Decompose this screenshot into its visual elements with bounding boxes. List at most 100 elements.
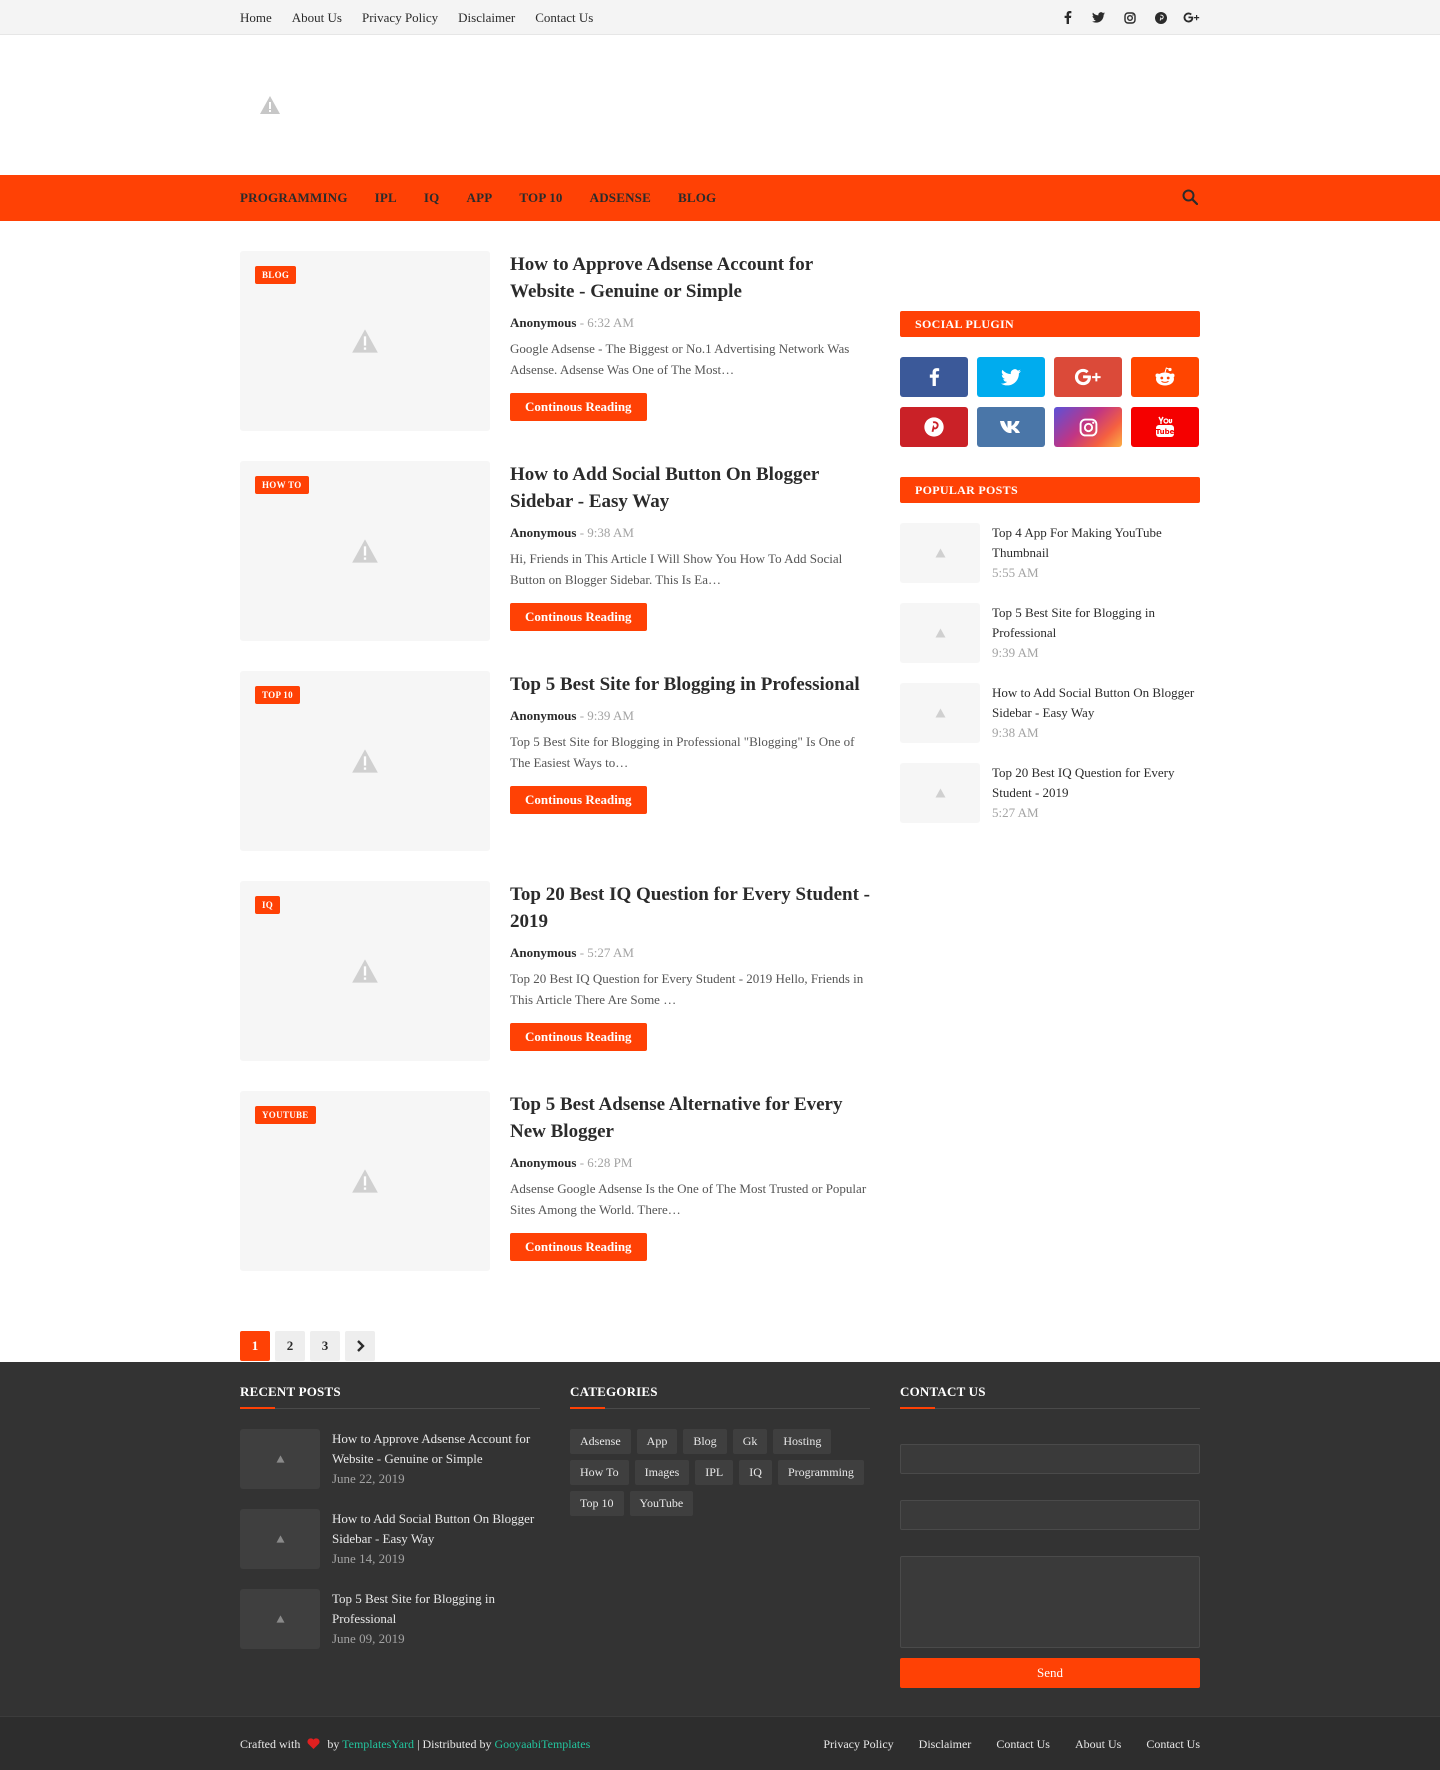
- footer-link-about[interactable]: About Us: [1075, 1737, 1121, 1752]
- recent-post-title[interactable]: How to Add Social Button On Blogger Side…: [332, 1509, 542, 1549]
- category-tag[interactable]: Images: [634, 1460, 690, 1485]
- popular-post-title[interactable]: Top 20 Best IQ Question for Every Studen…: [992, 763, 1200, 803]
- footer-link-privacy[interactable]: Privacy Policy: [823, 1737, 893, 1752]
- category-tag[interactable]: IQ: [739, 1460, 772, 1485]
- category-tag[interactable]: YouTube: [629, 1491, 694, 1516]
- popular-post-text: Top 5 Best Site for Blogging in Professi…: [992, 603, 1200, 663]
- post-thumbnail[interactable]: IQ: [240, 881, 490, 1061]
- popular-post-thumbnail[interactable]: [900, 683, 980, 743]
- popular-post-title[interactable]: Top 5 Best Site for Blogging in Professi…: [992, 603, 1200, 643]
- continue-reading-button[interactable]: Continous Reading: [510, 603, 647, 631]
- post-author[interactable]: Anonymous: [510, 315, 576, 330]
- post-tag[interactable]: IQ: [255, 896, 281, 914]
- post-tag[interactable]: TOP 10: [255, 686, 300, 704]
- youtube-share-button[interactable]: Tube: [1131, 407, 1199, 447]
- popular-post-thumbnail[interactable]: [900, 763, 980, 823]
- nav-item-adsense[interactable]: ADSENSE: [590, 190, 651, 206]
- category-tag[interactable]: Blog: [683, 1429, 727, 1454]
- post-thumbnail[interactable]: YOUTUBE: [240, 1091, 490, 1271]
- contact-email-field[interactable]: [900, 1500, 1200, 1530]
- footer-link-disclaimer[interactable]: Disclaimer: [919, 1737, 972, 1752]
- post-thumbnail[interactable]: BLOG: [240, 251, 490, 431]
- post-title[interactable]: How to Add Social Button On Blogger Side…: [510, 461, 870, 515]
- pinterest-share-button[interactable]: [900, 407, 968, 447]
- recent-post-thumbnail[interactable]: [240, 1429, 320, 1489]
- footer-link-contact[interactable]: Contact Us: [996, 1737, 1050, 1752]
- top-link-privacy[interactable]: Privacy Policy: [362, 10, 438, 26]
- page-button-1[interactable]: 1: [240, 1331, 270, 1361]
- google-plus-share-button[interactable]: [1054, 357, 1122, 397]
- instagram-icon[interactable]: [1121, 9, 1138, 26]
- recent-post-title[interactable]: Top 5 Best Site for Blogging in Professi…: [332, 1589, 542, 1629]
- post-author[interactable]: Anonymous: [510, 525, 576, 540]
- next-page-chevron-icon[interactable]: [345, 1331, 375, 1361]
- image-placeholder-icon: [935, 708, 945, 718]
- nav-item-programming[interactable]: PROGRAMMING: [240, 190, 348, 206]
- footer-link-contact-2[interactable]: Contact Us: [1146, 1737, 1200, 1752]
- continue-reading-button[interactable]: Continous Reading: [510, 786, 647, 814]
- post-title[interactable]: How to Approve Adsense Account for Websi…: [510, 251, 870, 305]
- twitter-icon[interactable]: [1090, 9, 1107, 26]
- post-meta: Anonymous - 6:28 PM: [510, 1155, 870, 1171]
- contact-name-field[interactable]: [900, 1444, 1200, 1474]
- post-tag[interactable]: YOUTUBE: [255, 1106, 316, 1124]
- top-link-contact[interactable]: Contact Us: [535, 10, 593, 26]
- nav-item-iq[interactable]: IQ: [424, 190, 440, 206]
- post-meta: Anonymous - 6:32 AM: [510, 315, 870, 331]
- category-tag[interactable]: Programming: [777, 1460, 864, 1485]
- facebook-share-button[interactable]: [900, 357, 968, 397]
- category-tag[interactable]: Hosting: [773, 1429, 832, 1454]
- top-link-home[interactable]: Home: [240, 10, 272, 26]
- google-plus-icon[interactable]: [1183, 9, 1200, 26]
- facebook-icon[interactable]: [1059, 9, 1076, 26]
- post-title[interactable]: Top 5 Best Site for Blogging in Professi…: [510, 671, 870, 698]
- post-excerpt: Hi, Friends in This Article I Will Show …: [510, 551, 843, 587]
- continue-reading-button[interactable]: Continous Reading: [510, 393, 647, 421]
- category-tag[interactable]: Adsense: [570, 1429, 631, 1454]
- contact-message-field[interactable]: [900, 1556, 1200, 1648]
- nav-item-blog[interactable]: BLOG: [678, 190, 716, 206]
- templatesyard-link[interactable]: TemplatesYard: [342, 1737, 414, 1751]
- popular-post-thumbnail[interactable]: [900, 603, 980, 663]
- category-tag[interactable]: Top 10: [570, 1491, 624, 1516]
- recent-post-title[interactable]: How to Approve Adsense Account for Websi…: [332, 1429, 542, 1469]
- vk-share-button[interactable]: [977, 407, 1045, 447]
- post-tag[interactable]: HOW TO: [255, 476, 309, 494]
- popular-post-title[interactable]: How to Add Social Button On Blogger Side…: [992, 683, 1200, 723]
- continue-reading-button[interactable]: Continous Reading: [510, 1233, 647, 1261]
- page-button-3[interactable]: 3: [310, 1331, 340, 1361]
- post-tag[interactable]: BLOG: [255, 266, 297, 284]
- category-tag[interactable]: IPL: [695, 1460, 734, 1485]
- top-link-disclaimer[interactable]: Disclaimer: [458, 10, 515, 26]
- post-title[interactable]: Top 20 Best IQ Question for Every Studen…: [510, 881, 870, 935]
- gooyaabi-link[interactable]: GooyaabiTemplates: [494, 1737, 590, 1751]
- post-thumbnail[interactable]: TOP 10: [240, 671, 490, 851]
- search-icon[interactable]: [1182, 189, 1200, 207]
- reddit-share-button[interactable]: [1131, 357, 1199, 397]
- popular-post-thumbnail[interactable]: [900, 523, 980, 583]
- post-author[interactable]: Anonymous: [510, 708, 576, 723]
- recent-post-text: How to Approve Adsense Account for Websi…: [332, 1429, 542, 1489]
- logo-placeholder-icon[interactable]: [258, 93, 282, 117]
- continue-reading-button[interactable]: Continous Reading: [510, 1023, 647, 1051]
- category-tag[interactable]: Gk: [732, 1429, 768, 1454]
- post-author[interactable]: Anonymous: [510, 1155, 576, 1170]
- send-button[interactable]: Send: [900, 1658, 1200, 1688]
- image-placeholder-icon: [352, 959, 378, 983]
- category-tag[interactable]: How To: [570, 1460, 629, 1485]
- top-link-about[interactable]: About Us: [292, 10, 342, 26]
- twitter-share-button[interactable]: [977, 357, 1045, 397]
- nav-item-app[interactable]: APP: [467, 190, 493, 206]
- pinterest-icon[interactable]: [1152, 9, 1169, 26]
- nav-item-ipl[interactable]: IPL: [375, 190, 397, 206]
- popular-post-title[interactable]: Top 4 App For Making YouTube Thumbnail: [992, 523, 1200, 563]
- post-title[interactable]: Top 5 Best Adsense Alternative for Every…: [510, 1091, 870, 1145]
- instagram-share-button[interactable]: [1054, 407, 1122, 447]
- post-thumbnail[interactable]: HOW TO: [240, 461, 490, 641]
- nav-item-top10[interactable]: TOP 10: [519, 190, 562, 206]
- recent-post-thumbnail[interactable]: [240, 1589, 320, 1649]
- post-author[interactable]: Anonymous: [510, 945, 576, 960]
- recent-post-thumbnail[interactable]: [240, 1509, 320, 1569]
- category-tag[interactable]: App: [636, 1429, 678, 1454]
- page-button-2[interactable]: 2: [275, 1331, 305, 1361]
